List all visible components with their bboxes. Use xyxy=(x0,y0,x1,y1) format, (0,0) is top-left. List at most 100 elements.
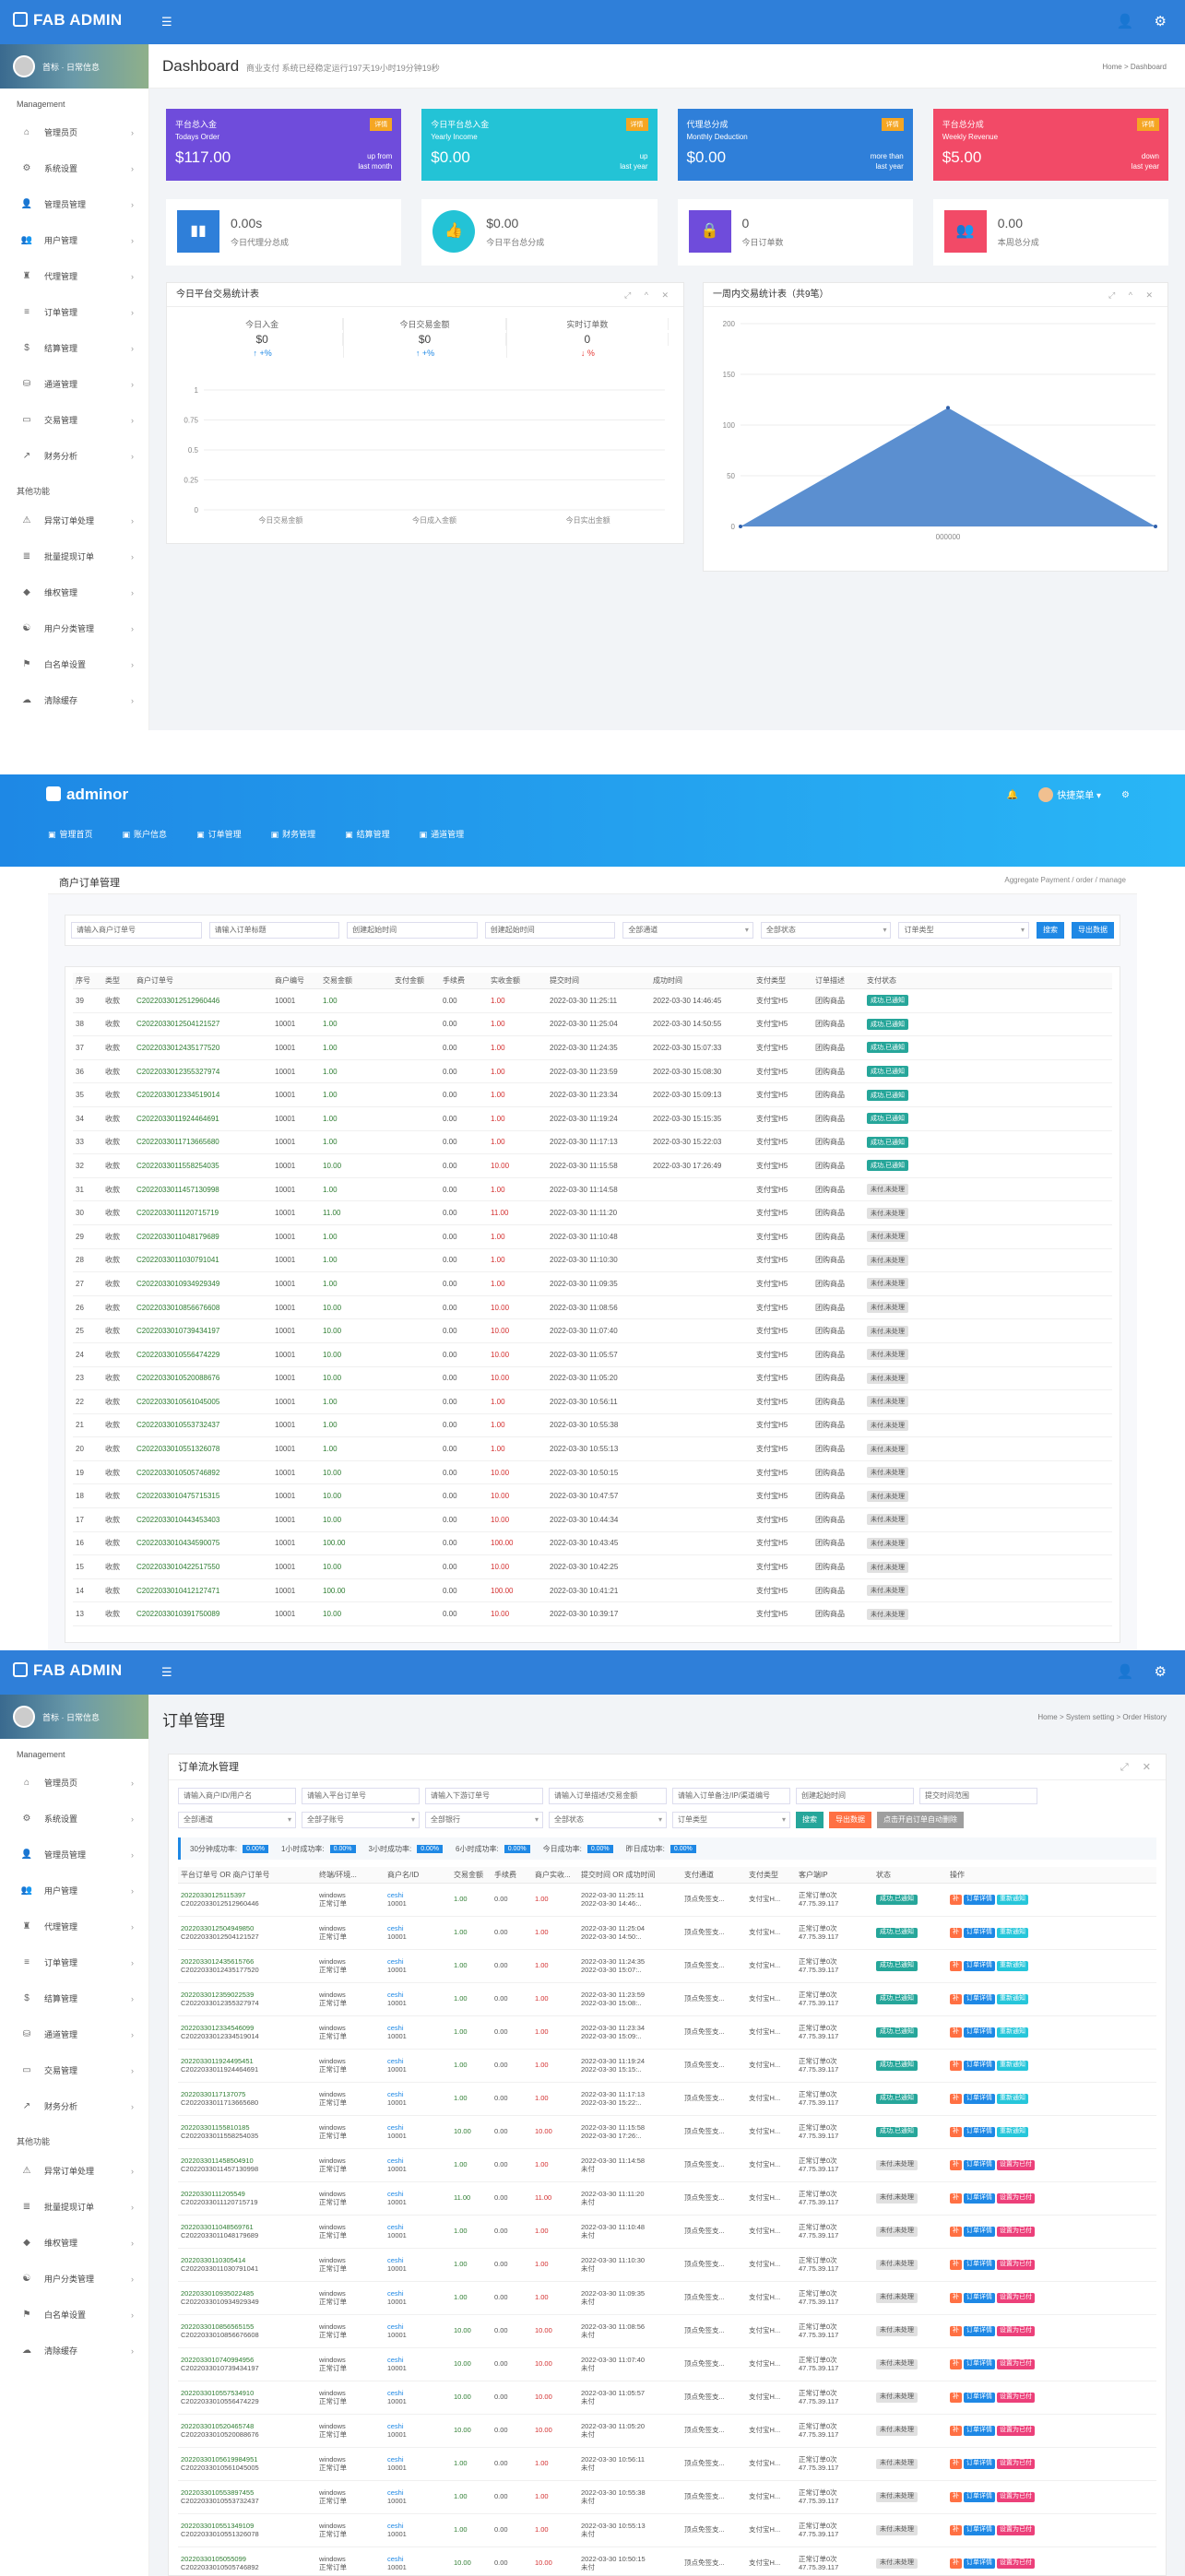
table-row[interactable]: 20220330117137075 C2022033011713665680 win… xyxy=(178,2082,1156,2116)
sidebar-item-1[interactable]: ⚙ 系统设置 › xyxy=(0,150,148,186)
renotify-button[interactable]: 重新通知 xyxy=(997,1928,1028,1938)
table-row[interactable]: 21 收款 C2022033010553732437 10001 1.00 0.00 1.0… xyxy=(73,1413,1112,1438)
order-detail-button[interactable]: 订单详情 xyxy=(964,2525,995,2535)
export-button[interactable]: 导出数据 xyxy=(1072,922,1115,939)
sidebar-item-0[interactable]: ⌂ 管理员页 › xyxy=(0,114,148,150)
breadcrumb[interactable]: Home > Dashboard xyxy=(1102,63,1167,71)
order-detail-button[interactable]: 订单详情 xyxy=(964,2127,995,2137)
column-header[interactable]: 状态 xyxy=(873,1867,947,1884)
column-header[interactable]: 交易金额 xyxy=(451,1867,492,1884)
table-row[interactable]: 25 收款 C2022033010739434197 10001 10.00 0.00 10… xyxy=(73,1318,1112,1343)
mark-paid-button[interactable]: 设置为已付 xyxy=(997,2160,1035,2170)
sidebar-item-5[interactable]: ☁ 清除缓存 › xyxy=(0,682,148,718)
column-header[interactable]: 商户实收... xyxy=(532,1867,578,1884)
table-row[interactable]: 27 收款 C2022033010934929349 10001 1.00 0.00 1.0… xyxy=(73,1271,1112,1296)
table-row[interactable]: 2022033012435615766 C2022033012435177520 w… xyxy=(178,1949,1156,1983)
order-detail-button[interactable]: 订单详情 xyxy=(964,2426,995,2436)
table-row[interactable]: 2022033010856565155 C2022033010856676608 w… xyxy=(178,2314,1156,2348)
table-row[interactable]: 2022033010557534910 C2022033010556474229 w… xyxy=(178,2381,1156,2415)
stat-card[interactable]: 代理总分成 Monthly Deduction $0.00 详情 more than la… xyxy=(677,109,913,181)
merchant-cell[interactable]: ceshi 10001 xyxy=(385,2447,451,2481)
column-header[interactable]: 商户名/ID xyxy=(385,1867,451,1884)
merchant-cell[interactable]: ceshi 10001 xyxy=(385,2513,451,2547)
table-row[interactable]: 31 收款 C2022033011457130998 10001 1.00 0.00 1.0… xyxy=(73,1177,1112,1202)
order-detail-button[interactable]: 订单详情 xyxy=(964,1961,995,1971)
order-detail-button[interactable]: 订单详情 xyxy=(964,2326,995,2336)
column-header[interactable]: 序号 xyxy=(73,973,102,989)
column-header[interactable]: 提交时间 xyxy=(547,973,650,989)
sidebar-item-9[interactable]: ↗ 财务分析 › xyxy=(0,438,148,474)
table-row[interactable]: 39 收款 C2022033012512960446 10001 1.00 0.00 1.0… xyxy=(73,988,1112,1013)
column-header[interactable]: 商户订单号 xyxy=(134,973,272,989)
detail-badge[interactable]: 详情 xyxy=(625,118,648,131)
order-detail-button[interactable]: 订单详情 xyxy=(964,2393,995,2403)
search-button[interactable]: 搜索 xyxy=(796,1812,824,1828)
panel-controls[interactable]: ⤢ ^ ✕ xyxy=(1108,283,1158,307)
supplement-button[interactable]: 补 xyxy=(950,2061,962,2071)
mark-paid-button[interactable]: 设置为已付 xyxy=(997,2359,1035,2369)
table-row[interactable]: 2022033010551349109 C2022033010551326078 w… xyxy=(178,2513,1156,2547)
bell-icon[interactable]: 🔔 xyxy=(1007,790,1018,800)
sidebar-item-8[interactable]: ▭ 交易管理 › xyxy=(0,2052,148,2088)
order-detail-button[interactable]: 订单详情 xyxy=(964,2094,995,2104)
table-row[interactable]: 24 收款 C2022033010556474229 10001 10.00 0.00 10… xyxy=(73,1342,1112,1367)
filter-input-2[interactable]: 请输入下游订单号 xyxy=(425,1788,543,1804)
mark-paid-button[interactable]: 设置为已付 xyxy=(997,2293,1035,2303)
column-header[interactable]: 支付状态 xyxy=(864,973,1112,989)
sidebar-item-6[interactable]: $ 结算管理 › xyxy=(0,1980,148,2016)
filter-field-3[interactable]: 创建起始时间 xyxy=(484,922,616,939)
breadcrumb[interactable]: Aggregate Payment / order / manage xyxy=(1004,876,1126,884)
table-row[interactable]: 17 收款 C2022033010443453403 10001 10.00 0.00 10… xyxy=(73,1507,1112,1532)
supplement-button[interactable]: 补 xyxy=(950,2359,962,2369)
filter-field-2[interactable]: 创建起始时间 xyxy=(347,922,478,939)
column-header[interactable]: 客户端IP xyxy=(796,1867,873,1884)
table-row[interactable]: 36 收款 C2022033012355327974 10001 1.00 0.00 1.0… xyxy=(73,1059,1112,1084)
stat-card[interactable]: 平台总分成 Weekly Revenue $5.00 详情 down last year xyxy=(932,109,1168,181)
column-header[interactable]: 操作 xyxy=(947,1867,1156,1884)
table-row[interactable]: 20220330105619984951 C2022033010561045005… xyxy=(178,2447,1156,2481)
filter-field-6[interactable]: 订单类型 xyxy=(898,922,1030,939)
table-row[interactable]: 20220330105055099 C2022033010505746892 win… xyxy=(178,2546,1156,2576)
order-detail-button[interactable]: 订单详情 xyxy=(964,2160,995,2170)
mark-paid-button[interactable]: 设置为已付 xyxy=(997,2393,1035,2403)
supplement-button[interactable]: 补 xyxy=(950,2426,962,2436)
order-detail-button[interactable]: 订单详情 xyxy=(964,2293,995,2303)
table-row[interactable]: 14 收款 C2022033010412127471 10001 100.00 0.00 1… xyxy=(73,1578,1112,1603)
sidebar-item-4[interactable]: ♜ 代理管理 › xyxy=(0,258,148,294)
renotify-button[interactable]: 重新通知 xyxy=(997,2027,1028,2038)
table-row[interactable]: 29 收款 C2022033011048179689 10001 1.00 0.00 1.0… xyxy=(73,1224,1112,1249)
sidebar-item-2[interactable]: 👤 管理员管理 › xyxy=(0,186,148,222)
merchant-cell[interactable]: ceshi 10001 xyxy=(385,2148,451,2182)
user-icon[interactable]: 👤 xyxy=(1117,1663,1134,1680)
table-row[interactable]: 37 收款 C2022033012435177520 10001 1.00 0.00 1.0… xyxy=(73,1035,1112,1060)
order-detail-button[interactable]: 订单详情 xyxy=(964,2492,995,2502)
renotify-button[interactable]: 重新通知 xyxy=(997,1994,1028,2004)
column-header[interactable]: 支付通道 xyxy=(681,1867,746,1884)
table-row[interactable]: 35 收款 C2022033012334519014 10001 1.00 0.00 1.0… xyxy=(73,1082,1112,1107)
supplement-button[interactable]: 补 xyxy=(950,2227,962,2237)
panel-controls[interactable]: ⤢ ✕ xyxy=(1120,1755,1156,1780)
supplement-button[interactable]: 补 xyxy=(950,2525,962,2535)
nav-item-4[interactable]: ▣ 结算管理 xyxy=(345,828,390,840)
filter-input-1[interactable]: 请输入平台订单号 xyxy=(302,1788,420,1804)
table-row[interactable]: 13 收款 C2022033010391750089 10001 10.00 0.00 10… xyxy=(73,1601,1112,1627)
mark-paid-button[interactable]: 设置为已付 xyxy=(997,2492,1035,2502)
mark-paid-button[interactable]: 设置为已付 xyxy=(997,2193,1035,2204)
column-header[interactable]: 类型 xyxy=(102,973,134,989)
table-row[interactable]: 2022033010935022485 C2022033010934929349 w… xyxy=(178,2281,1156,2315)
export-button[interactable]: 导出数据 xyxy=(829,1812,871,1828)
table-row[interactable]: 20220330125115397 C2022033012512960446 win… xyxy=(178,1883,1156,1917)
column-header[interactable]: 成功时间 xyxy=(650,973,753,989)
table-row[interactable]: 18 收款 C2022033010475715315 10001 10.00 0.00 10… xyxy=(73,1483,1112,1509)
table-row[interactable]: 34 收款 C2022033011924464691 10001 1.00 0.00 1.0… xyxy=(73,1106,1112,1131)
sidebar-item-4[interactable]: ♜ 代理管理 › xyxy=(0,1908,148,1944)
detail-badge[interactable]: 详情 xyxy=(881,118,904,131)
auto-delete-button[interactable]: 点击开启订单自动删除 xyxy=(877,1812,964,1828)
filter-field-0[interactable]: 请输入商户订单号 xyxy=(71,922,202,939)
filter-select-4[interactable]: 订单类型 xyxy=(672,1812,790,1828)
filter-select-2[interactable]: 全部银行 xyxy=(425,1812,543,1828)
table-row[interactable]: 2022033011048569761 C2022033011048179689 w… xyxy=(178,2215,1156,2249)
sidebar-item-2[interactable]: ◆ 维权管理 › xyxy=(0,574,148,610)
supplement-button[interactable]: 补 xyxy=(950,2459,962,2469)
filter-input-4[interactable]: 请输入订单备注/IP/渠道编号 xyxy=(672,1788,790,1804)
